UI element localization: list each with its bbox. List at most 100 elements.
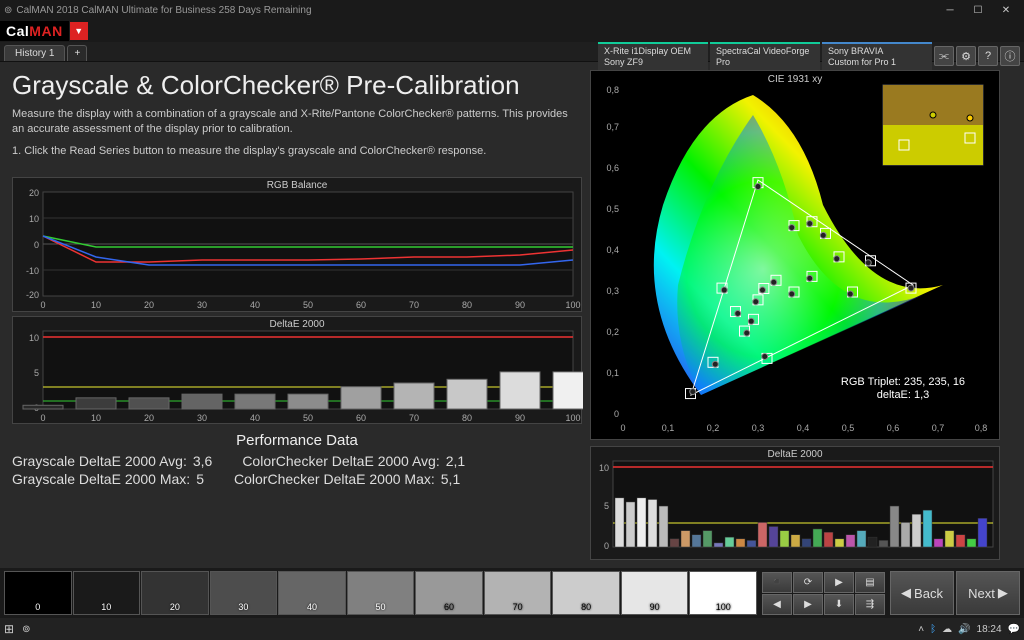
series-icon[interactable]: ⇶ [855,594,885,615]
patch-50[interactable]: 50 [347,571,415,615]
svg-text:70: 70 [409,300,419,310]
deltae-grayscale-chart: DeltaE 2000 10 5 0 010203040506070809010… [12,316,582,424]
rgb-balance-chart: RGB Balance 20 10 0 -10 -20 010203 [12,177,582,312]
svg-text:0,1: 0,1 [662,423,675,433]
svg-text:0: 0 [614,409,619,419]
start-icon[interactable]: ⊞ [4,622,14,636]
svg-text:90: 90 [515,300,525,310]
svg-text:0,2: 0,2 [606,327,619,337]
grayscale-patches: 0102030405060708090100 ◾ ⟳ ▶ ▤ ◀ ▶ ⬇ ⇶ ◀… [0,568,1024,618]
svg-text:80: 80 [462,413,472,423]
svg-text:20: 20 [29,188,39,198]
svg-text:0: 0 [620,423,625,433]
svg-text:0: 0 [40,413,45,423]
svg-text:70: 70 [409,413,419,423]
svg-text:20: 20 [144,300,154,310]
onedrive-icon[interactable]: ☁ [942,624,952,635]
patch-70[interactable]: 70 [484,571,552,615]
back-button[interactable]: ◀Back [890,571,954,615]
svg-text:0,5: 0,5 [606,204,619,214]
svg-text:-10: -10 [26,266,39,276]
clock[interactable]: 18:24 [977,624,1002,635]
volume-icon[interactable]: 🔊 [958,624,970,635]
patch-100[interactable]: 100 [689,571,757,615]
patch-10[interactable]: 10 [73,571,141,615]
svg-text:50: 50 [303,413,313,423]
read-icon[interactable]: ⬇ [824,594,854,615]
patch-30[interactable]: 30 [210,571,278,615]
svg-text:0,8: 0,8 [606,85,619,95]
device-source[interactable]: SpectraCal VideoForge Pro [710,42,820,70]
svg-text:30: 30 [197,413,207,423]
stop-icon[interactable]: ◾ [762,572,792,593]
taskbar-app-icon[interactable]: ⊚ [22,624,30,635]
tray-chevron-icon[interactable]: ˄ [918,624,924,635]
patch-40[interactable]: 40 [278,571,346,615]
brand-bar: CalMAN ▼ [0,20,1024,42]
action-center-icon[interactable]: 💬 [1008,624,1020,635]
svg-text:10: 10 [599,463,609,473]
refresh-icon[interactable]: ⟳ [793,572,823,593]
svg-text:0,6: 0,6 [887,423,900,433]
svg-text:0,2: 0,2 [707,423,720,433]
page-description: Measure the display with a combination o… [12,107,582,138]
svg-text:10: 10 [91,300,101,310]
svg-text:30: 30 [197,300,207,310]
deltae-gray-svg: 10 5 0 0102030405060708090100 [13,317,583,425]
menu-dropdown-button[interactable]: ▼ [70,22,88,40]
device-meter[interactable]: X-Rite i1Display OEMSony ZF9 [598,42,708,70]
svg-text:100: 100 [565,300,580,310]
step-1: 1. Click the Read Series button to measu… [12,144,582,159]
patch-0[interactable]: 0 [4,571,72,615]
svg-text:10: 10 [91,413,101,423]
tab-history1[interactable]: History 1 [4,45,65,61]
patch-20[interactable]: 20 [141,571,209,615]
svg-text:0,4: 0,4 [606,245,619,255]
svg-text:100: 100 [565,413,580,423]
svg-text:60: 60 [356,413,366,423]
cie-svg: 00,10,20,30,40,50,60,70,8 00,10,20,30,40… [591,71,999,439]
svg-text:50: 50 [303,300,313,310]
window-title: CalMAN 2018 CalMAN Ultimate for Business… [16,5,311,16]
play-icon[interactable]: ▶ [824,572,854,593]
layers-icon[interactable]: ▤ [855,572,885,593]
windows-taskbar[interactable]: ⊞ ⊚ ˄ ᛒ ☁ 🔊 18:24 💬 [0,618,1024,640]
svg-text:0: 0 [604,541,609,551]
performance-data: Performance Data Grayscale DeltaE 2000 A… [12,432,582,487]
svg-text:0,3: 0,3 [606,286,619,296]
info-icon[interactable]: ⓘ [1000,46,1020,66]
system-tray[interactable]: ˄ ᛒ ☁ 🔊 18:24 💬 [918,624,1020,635]
tab-add[interactable]: + [67,45,87,61]
svg-text:10: 10 [29,333,39,343]
prev-patch-icon[interactable]: ◀ [762,594,792,615]
svg-text:5: 5 [604,501,609,511]
svg-text:0,4: 0,4 [797,423,810,433]
settings-icon[interactable]: ⚙ [956,46,976,66]
help-icon[interactable]: ? [978,46,998,66]
cie-chart: CIE 1931 xy [590,70,1000,440]
bluetooth-icon[interactable]: ᛒ [930,624,936,635]
patch-60[interactable]: 60 [415,571,483,615]
svg-text:40: 40 [250,413,260,423]
patch-tools: ◾ ⟳ ▶ ▤ ◀ ▶ ⬇ ⇶ [762,572,885,615]
next-patch-icon[interactable]: ▶ [793,594,823,615]
rgb-balance-svg: 20 10 0 -10 -20 0102030405060708090100 [13,178,583,313]
patch-90[interactable]: 90 [621,571,689,615]
maximize-button[interactable]: ☐ [964,0,992,20]
svg-text:80: 80 [462,300,472,310]
device-display[interactable]: Sony BRAVIACustom for Pro 1 [822,42,932,70]
svg-text:0: 0 [34,240,39,250]
svg-text:0,8: 0,8 [975,423,988,433]
page-title: Grayscale & ColorChecker® Pre-Calibratio… [12,70,582,101]
patch-80[interactable]: 80 [552,571,620,615]
link-icon[interactable]: ⫘ [934,46,954,66]
svg-text:-20: -20 [26,290,39,300]
svg-text:60: 60 [356,300,366,310]
app-logo: CalMAN [0,21,69,41]
svg-text:90: 90 [515,413,525,423]
minimize-button[interactable]: ─ [936,0,964,20]
close-button[interactable]: ✕ [992,0,1020,20]
svg-text:0,1: 0,1 [606,368,619,378]
window-titlebar: ⊚ CalMAN 2018 CalMAN Ultimate for Busine… [0,0,1024,20]
next-button[interactable]: Next▶ [956,571,1020,615]
